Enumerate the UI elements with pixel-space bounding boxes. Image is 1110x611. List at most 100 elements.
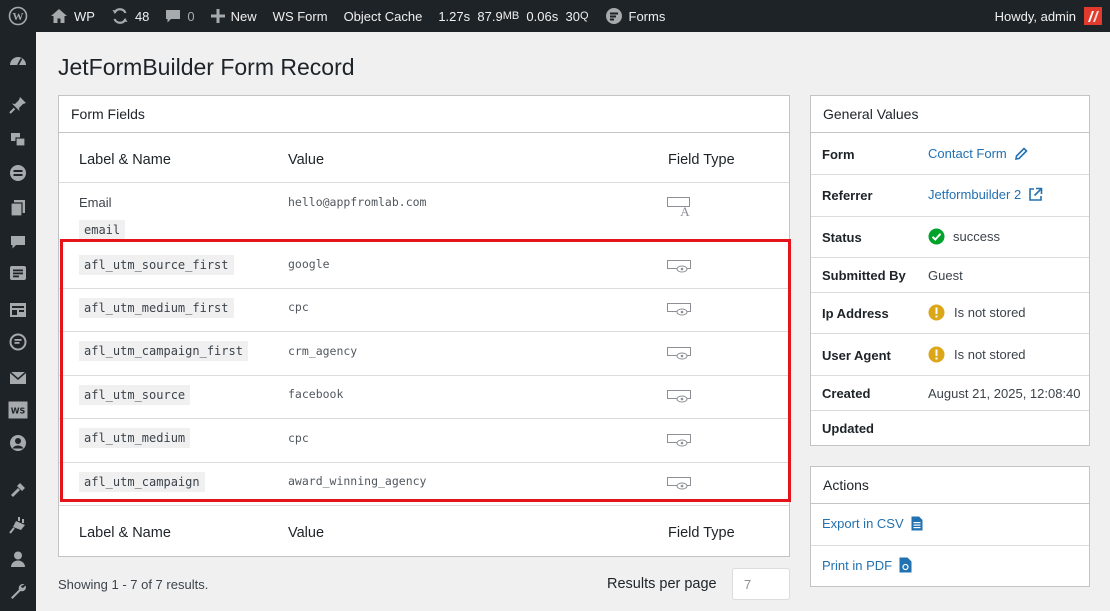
ip-address-value: Is not stored [928, 304, 1026, 321]
perf-time: 1.27s [438, 8, 471, 24]
external-link-icon[interactable] [1028, 187, 1043, 202]
posts-pin-icon[interactable] [8, 95, 28, 115]
hidden-field-icon [667, 475, 693, 491]
success-check-icon [928, 228, 945, 245]
field-value: google [288, 257, 330, 271]
print-pdf-label[interactable]: Print in PDF [822, 558, 892, 573]
object-cache-label: Object Cache [343, 8, 423, 24]
perf-queries: 30 [565, 8, 580, 24]
column-footer-label-name: Label & Name [79, 525, 171, 541]
comment-icon [165, 8, 181, 24]
plugins-icon[interactable] [8, 515, 28, 535]
my-account-menu[interactable]: Howdy, admin [987, 0, 1110, 32]
user-agent-label: User Agent [822, 348, 891, 363]
column-header-field-type: Field Type [668, 152, 735, 168]
avatar [1084, 7, 1102, 25]
row-divider [811, 333, 1089, 334]
header-divider [59, 182, 789, 183]
dashboard-icon[interactable] [8, 51, 28, 71]
field-value: cpc [288, 300, 309, 314]
export-csv-label[interactable]: Export in CSV [822, 516, 904, 531]
forms-label: Forms [628, 8, 666, 24]
pencil-icon[interactable] [1014, 146, 1028, 161]
general-values-panel-title: General Values [811, 96, 1089, 133]
form-fields-panel-title: Form Fields [59, 96, 789, 133]
new-label: New [230, 8, 257, 24]
row-divider [59, 375, 789, 376]
referrer-label: Referrer [822, 188, 873, 203]
users-icon[interactable] [8, 549, 28, 569]
form-label: Form [822, 147, 855, 162]
general-values-panel: General Values Form Contact Form Referre… [810, 95, 1090, 446]
submitted-by-value: Guest [928, 268, 963, 283]
field-value: award_winning_agency [288, 474, 427, 488]
column-footer-value: Value [288, 525, 325, 541]
text-field-icon: A [667, 197, 693, 219]
column-footer-field-type: Field Type [668, 525, 735, 541]
forms-icon [605, 7, 623, 25]
media-icon[interactable] [8, 129, 28, 149]
row-divider [811, 410, 1089, 411]
field-value: hello@appfromlab.com [288, 195, 427, 209]
comments-icon[interactable] [8, 232, 28, 252]
form-fields-panel: Form Fields Label & Name Value Field Typ… [58, 95, 790, 557]
svg-text:WS: WS [11, 407, 26, 416]
jetengine-icon[interactable] [8, 163, 28, 183]
forms-list-icon[interactable] [8, 263, 28, 283]
ws-form-sidebar-icon[interactable] [8, 300, 28, 320]
field-label: Email [79, 195, 112, 210]
ws-form-badge-icon[interactable]: WS [8, 400, 28, 420]
hidden-field-icon [667, 388, 693, 404]
pages-icon[interactable] [8, 198, 28, 218]
wordpress-logo-icon: W [8, 6, 28, 26]
field-value: facebook [288, 387, 344, 401]
row-divider [811, 545, 1089, 546]
updates-count: 48 [134, 8, 150, 24]
query-monitor-menu[interactable]: 1.27s 87.9 MB 0.06s 30 Q [430, 0, 596, 32]
admin-menu-sidebar: WS [0, 32, 36, 611]
referrer-value: Jetformbuilder 2 [928, 187, 1043, 202]
ip-address-text: Is not stored [954, 305, 1026, 320]
user-agent-text: Is not stored [954, 347, 1026, 362]
export-csv-link[interactable]: Export in CSV [822, 516, 923, 531]
object-cache-menu[interactable]: Object Cache [336, 0, 431, 32]
new-content-menu[interactable]: New [203, 0, 265, 32]
row-divider [59, 331, 789, 332]
field-name-tag: email [79, 220, 126, 240]
csv-file-icon[interactable] [911, 516, 923, 531]
hidden-field-icon [667, 432, 693, 448]
svg-text:A: A [680, 204, 690, 217]
forms-menu[interactable]: Forms [597, 0, 674, 32]
status-value: success [928, 228, 1000, 245]
comments-count: 0 [187, 8, 195, 24]
appearance-icon[interactable] [8, 480, 28, 500]
column-header-label-name: Label & Name [79, 152, 171, 168]
home-icon [50, 8, 68, 24]
user-profile-icon[interactable] [8, 433, 28, 453]
ws-form-menu[interactable]: WS Form [265, 0, 336, 32]
form-link[interactable]: Contact Form [928, 146, 1007, 161]
comments-menu[interactable]: 0 [157, 0, 202, 32]
site-name-menu[interactable]: WP [42, 0, 103, 32]
updates-menu[interactable]: 48 [103, 0, 157, 32]
row-divider [811, 174, 1089, 175]
created-label: Created [822, 386, 871, 401]
tools-icon[interactable] [8, 581, 28, 601]
row-divider [59, 462, 789, 463]
print-pdf-link[interactable]: Print in PDF [822, 557, 912, 573]
status-label: Status [822, 230, 862, 245]
jetformbuilder-icon[interactable] [8, 332, 28, 352]
submitted-by-label: Submitted By [822, 268, 906, 283]
ip-address-label: Ip Address [822, 306, 889, 321]
actions-panel: Actions Export in CSV Print in PDF [810, 466, 1090, 587]
pdf-file-icon[interactable] [899, 557, 912, 573]
results-summary: Showing 1 - 7 of 7 results. [58, 577, 209, 592]
howdy-text: Howdy, admin [994, 8, 1076, 24]
results-per-page-input[interactable] [732, 568, 790, 600]
mail-icon[interactable] [8, 368, 28, 388]
form-value: Contact Form [928, 146, 1028, 161]
wordpress-logo-menu[interactable]: W [0, 0, 42, 32]
field-name-tag: afl_utm_medium_first [79, 298, 234, 318]
referrer-link[interactable]: Jetformbuilder 2 [928, 187, 1021, 202]
warning-icon [928, 346, 945, 363]
